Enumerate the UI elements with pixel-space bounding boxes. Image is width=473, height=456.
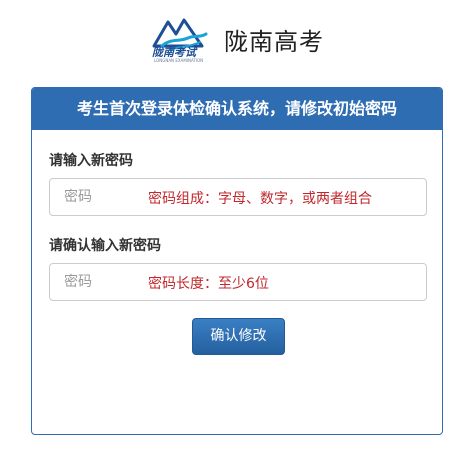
site-title: 陇南高考 (224, 28, 324, 56)
new-password-label: 请输入新密码 (49, 153, 133, 169)
confirm-password-input[interactable] (50, 264, 426, 300)
panel-title: 考生首次登录体检确认系统，请修改初始密码 (32, 88, 442, 130)
confirm-password-field-wrapper: 密码长度：至少6位 (49, 263, 427, 301)
page: 陇南考试 LONGNAN EXAMINATION 陇南高考 考生首次登录体检确认… (0, 0, 473, 456)
confirm-change-button[interactable]: 确认修改 (192, 318, 285, 355)
logo-subtext: LONGNAN EXAMINATION (154, 58, 204, 63)
new-password-field-wrapper: 密码组成：字母、数字，或两者组合 (49, 178, 427, 216)
new-password-input[interactable] (50, 179, 426, 215)
confirm-password-label: 请确认输入新密码 (49, 238, 161, 254)
password-change-panel: 考生首次登录体检确认系统，请修改初始密码 请输入新密码 密码组成：字母、数字，或… (31, 87, 443, 435)
